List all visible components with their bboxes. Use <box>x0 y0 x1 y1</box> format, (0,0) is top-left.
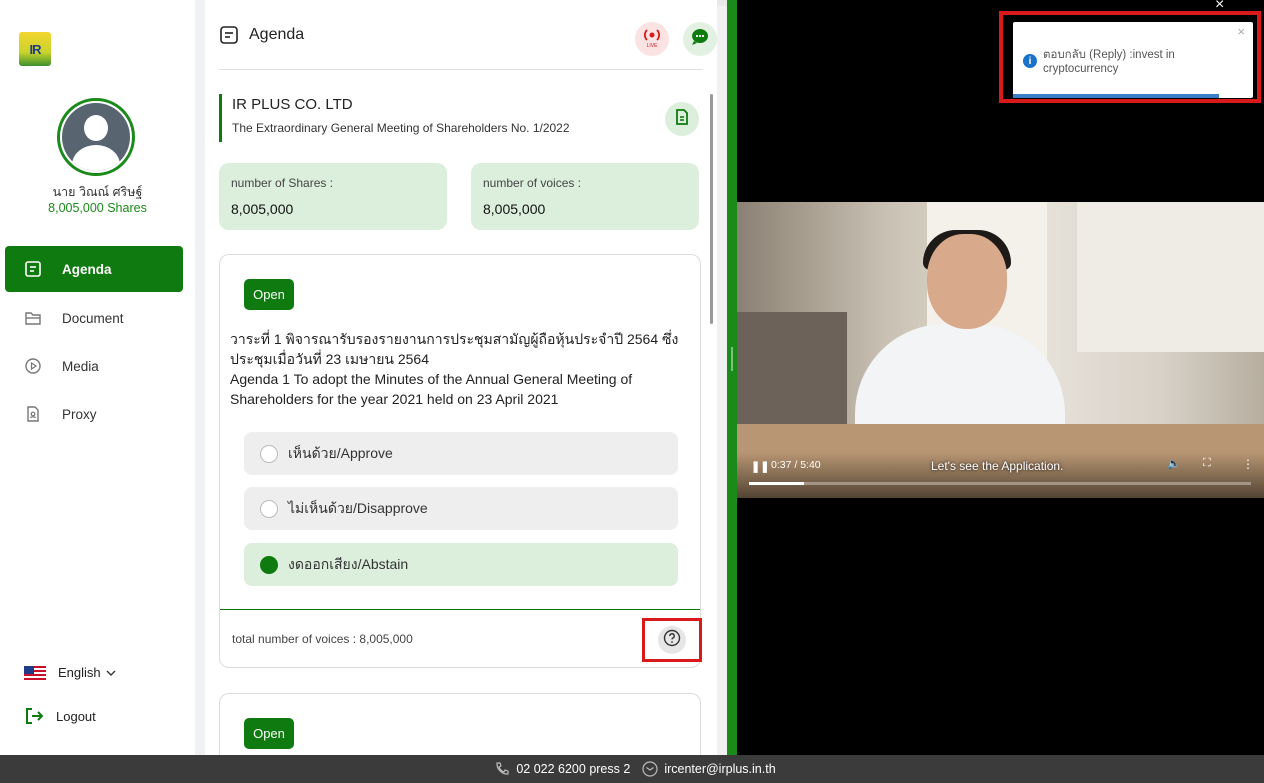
sidebar-item-document[interactable]: Document <box>5 295 183 341</box>
vote-option-label: งดออกเสียง/Abstain <box>288 555 409 572</box>
video-progress-fill <box>749 482 804 485</box>
sidebar-item-proxy[interactable]: Proxy <box>5 391 183 437</box>
chevron-down-icon <box>106 665 116 680</box>
toast-message: ตอบกลับ (Reply) :invest in cryptocurrenc… <box>1043 49 1175 75</box>
agenda-item-text-english: Agenda 1 To adopt the Minutes of the Ann… <box>230 371 633 407</box>
user-shares: 8,005,000 Shares <box>48 201 147 215</box>
video-time: 0:37 / 5:40 <box>771 459 821 471</box>
video-player[interactable]: ❚❚ 0:37 / 5:40 Let's see the Application… <box>737 202 1264 498</box>
phone-icon <box>494 761 510 777</box>
divider <box>220 609 700 610</box>
shares-label: number of Shares : <box>231 176 334 190</box>
close-icon[interactable]: × <box>1237 24 1245 39</box>
agenda-item-text-thai: วาระที่ 1 พิจารณารับรองรายงานการประชุมสา… <box>230 331 679 367</box>
sidebar-item-label: Document <box>62 310 124 326</box>
language-selector[interactable]: English <box>24 665 116 680</box>
pause-icon[interactable]: ❚❚ <box>751 460 769 473</box>
logout-button[interactable]: Logout <box>24 706 96 726</box>
chat-button[interactable] <box>683 22 717 56</box>
status-badge: Open <box>244 279 294 310</box>
agenda-panel: Agenda LIVE IR PLUS CO. LTD The Extraord… <box>205 0 717 755</box>
agenda-header: Agenda LIVE <box>219 18 717 70</box>
radio-icon <box>260 499 278 518</box>
video-pane: × ❚❚ 0:37 / 5:40 Let's see the Applicati… <box>737 0 1264 755</box>
agenda-item-text: วาระที่ 1 พิจารณารับรองรายงานการประชุมสา… <box>230 329 690 409</box>
shares-value: 8,005,000 <box>231 201 294 217</box>
voices-card: number of voices : 8,005,000 <box>471 163 699 230</box>
video-progress-bar[interactable] <box>749 482 1251 485</box>
vote-option-approve[interactable]: เห็นด้วย/Approve <box>244 432 678 475</box>
sidebar-item-label: Agenda <box>62 261 112 277</box>
vote-option-label: ไม่เห็นด้วย/Disapprove <box>288 499 428 516</box>
question-mark-icon <box>663 629 681 652</box>
proxy-document-icon <box>24 405 42 423</box>
status-badge: Open <box>244 718 294 749</box>
radio-icon <box>260 444 278 463</box>
logo-mark: IR <box>29 41 42 57</box>
agenda-item-card: Open <box>219 693 701 755</box>
help-button[interactable] <box>658 626 686 654</box>
toast-timer-bar <box>1013 94 1219 98</box>
live-button[interactable]: LIVE <box>635 22 669 56</box>
video-subtitle: Let's see the Application. <box>931 459 1064 473</box>
scrollbar[interactable] <box>710 94 713 324</box>
language-label: English <box>58 665 101 680</box>
avatar <box>57 98 135 176</box>
footer: 02 022 6200 press 2 ircenter@irplus.in.t… <box>0 755 1264 783</box>
company-name: IR PLUS CO. LTD <box>232 96 353 113</box>
info-icon: i <box>1023 54 1037 68</box>
email-icon <box>642 761 658 777</box>
svg-text:LIVE: LIVE <box>647 43 659 48</box>
voices-label: number of voices : <box>483 176 582 190</box>
voices-value: 8,005,000 <box>483 201 546 217</box>
logout-label: Logout <box>56 708 96 724</box>
help-button-highlight <box>642 618 702 662</box>
sidebar-item-label: Proxy <box>62 406 97 422</box>
reply-notification-toast: i ตอบกลับ (Reply) :invest in cryptocurre… <box>1013 22 1253 98</box>
user-name: นาย วิณณ์ ศริษฐ์ <box>52 185 143 199</box>
toast-highlight: i ตอบกลับ (Reply) :invest in cryptocurre… <box>999 11 1261 103</box>
agenda-icon <box>24 260 42 278</box>
avatar-placeholder-icon <box>62 103 130 171</box>
meeting-document-button[interactable] <box>665 102 699 136</box>
agenda-item-card: Open วาระที่ 1 พิจารณารับรองรายงานการประ… <box>219 254 702 668</box>
shares-card: number of Shares : 8,005,000 <box>219 163 447 230</box>
fullscreen-icon[interactable]: ⛶ <box>1203 457 1211 470</box>
volume-icon[interactable]: 🔈 <box>1167 457 1181 470</box>
meeting-name: The Extraordinary General Meeting of Sha… <box>232 121 570 135</box>
page-title: Agenda <box>249 25 305 43</box>
vote-option-label: เห็นด้วย/Approve <box>288 444 393 461</box>
chat-bubble-icon <box>690 27 710 52</box>
contact-phone: 02 022 6200 press 2 <box>516 762 631 776</box>
document-icon <box>673 108 691 131</box>
contact-email[interactable]: ircenter@irplus.in.th <box>664 762 775 776</box>
play-circle-icon <box>24 357 42 375</box>
company-accent-bar <box>219 94 222 142</box>
ir-plus-logo[interactable]: IR <box>19 32 51 66</box>
us-flag-icon <box>24 665 46 680</box>
vote-option-abstain[interactable]: งดออกเสียง/Abstain <box>244 543 678 586</box>
sidebar-item-agenda[interactable]: Agenda <box>5 246 183 292</box>
pane-resize-handle[interactable] <box>727 0 737 755</box>
agenda-icon <box>219 25 239 45</box>
total-voices: total number of voices : 8,005,000 <box>232 632 413 646</box>
live-broadcast-icon: LIVE <box>641 26 663 53</box>
radio-selected-icon <box>260 555 278 574</box>
vote-option-disapprove[interactable]: ไม่เห็นด้วย/Disapprove <box>244 487 678 530</box>
more-options-icon[interactable]: ⋮ <box>1242 457 1254 471</box>
sidebar-item-label: Media <box>62 358 99 374</box>
logout-icon <box>24 706 44 726</box>
sidebar-item-media[interactable]: Media <box>5 343 183 389</box>
folder-icon <box>24 309 42 327</box>
sidebar: IR นาย วิณณ์ ศริษฐ์ 8,005,000 Shares Age… <box>0 0 195 755</box>
